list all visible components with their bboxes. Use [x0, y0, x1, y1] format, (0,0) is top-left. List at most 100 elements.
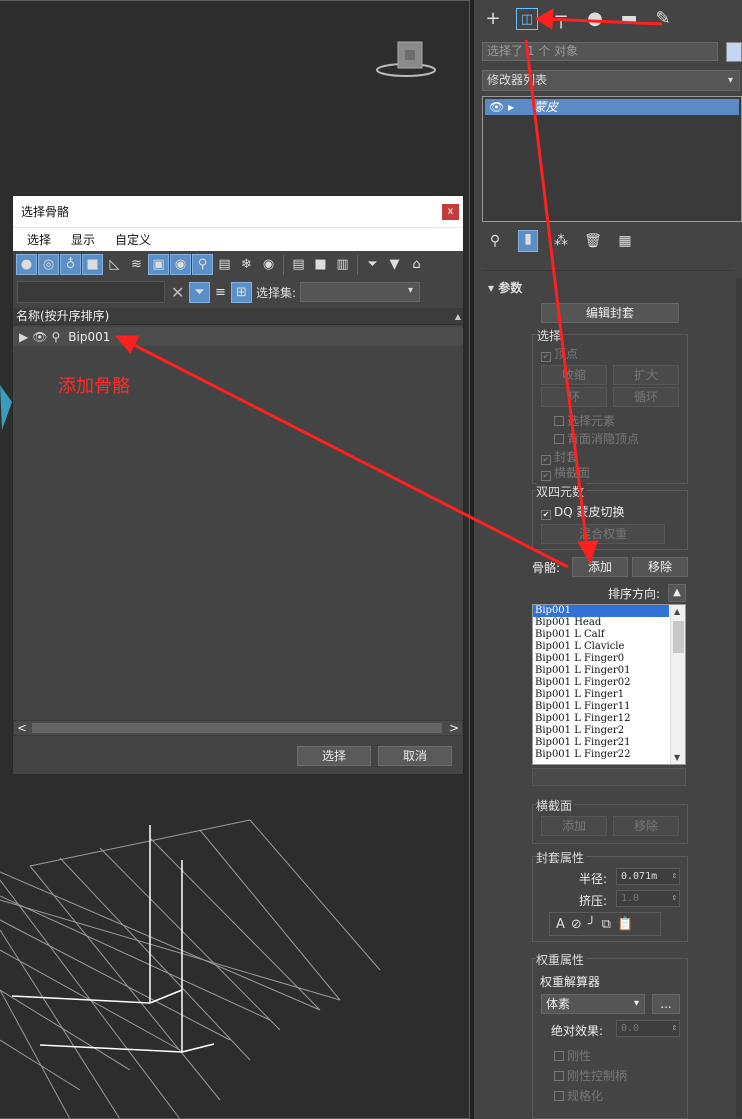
menu-display[interactable]: 显示	[71, 231, 95, 248]
object-name-field[interactable]: 选择了 1 个 对象	[482, 42, 718, 61]
horizontal-scrollbar[interactable]: < >	[13, 720, 463, 736]
modifier-list-dropdown[interactable]: 修改器列表	[482, 70, 740, 91]
grow-button[interactable]: 扩大	[613, 365, 679, 385]
filter-icon[interactable]: ▼	[384, 254, 405, 275]
rigid-checkbox[interactable]: 刚性	[554, 1047, 591, 1064]
edit-envelope-button[interactable]: 编辑封套	[541, 303, 679, 323]
bone-list[interactable]: Bip001 Bip001 Head Bip001 L Calf Bip001 L C…	[532, 604, 686, 765]
absolute-relative-icon[interactable]: A	[556, 917, 565, 932]
hierarchy-tab-icon[interactable]: ╤	[550, 8, 572, 30]
list-item[interactable]: Bip001	[533, 605, 669, 617]
container-filter-icon[interactable]: ▤	[214, 254, 235, 275]
add-cross-section-button[interactable]: 添加	[541, 816, 607, 836]
cross-section-checkbox[interactable]: ✔ 横截面	[541, 464, 590, 481]
scroll-up-icon[interactable]: ▲	[674, 607, 680, 616]
utilities-tab-icon[interactable]: ✎	[652, 8, 674, 30]
bone-name-field[interactable]	[532, 768, 686, 786]
selection-set-dropdown[interactable]	[300, 282, 421, 302]
remove-bone-button[interactable]: 移除	[632, 557, 688, 577]
make-unique-icon[interactable]: ⁂	[552, 233, 570, 249]
list-item[interactable]: ▶ 👁 ⚲ Bip001	[13, 327, 463, 346]
object-color-swatch[interactable]	[726, 42, 742, 62]
normalize-checkbox[interactable]: 规格化	[554, 1087, 603, 1104]
shrink-button[interactable]: 收缩	[541, 365, 607, 385]
select-invert-icon[interactable]: ▥	[332, 254, 353, 275]
camera-filter-icon[interactable]: ■	[82, 254, 103, 275]
bone-list-scrollbar[interactable]: ▲ ▼	[670, 605, 685, 764]
list-item[interactable]: Bip001 L Finger11	[533, 701, 669, 713]
envelope-visible-icon[interactable]: ⊘	[571, 917, 582, 932]
sort-direction-button[interactable]: ▲	[668, 584, 686, 602]
abs-effect-spinner[interactable]: 0.0	[616, 1020, 680, 1037]
scroll-right-icon[interactable]: >	[449, 721, 459, 735]
bone-filter-icon[interactable]: ⚲	[192, 254, 213, 275]
list-item[interactable]: Bip001 L Calf	[533, 629, 669, 641]
blend-weights-button[interactable]: 混合权重	[541, 524, 665, 544]
select-element-checkbox[interactable]: 选择元素	[554, 412, 615, 429]
group-filter-icon[interactable]: ▣	[148, 254, 169, 275]
column-header[interactable]: 名称(按升序排序) ▲	[13, 308, 463, 325]
configure-sets-icon[interactable]: ▦	[616, 233, 634, 249]
geometry-filter-icon[interactable]: ●	[16, 254, 37, 275]
menu-select[interactable]: 选择	[27, 231, 51, 248]
ring-button[interactable]: 环	[541, 387, 607, 407]
backface-cull-checkbox[interactable]: 背面消隐顶点	[554, 430, 639, 447]
vertices-checkbox[interactable]: ✔ 顶点	[541, 345, 578, 362]
layer-icon[interactable]: ⌂	[406, 254, 427, 275]
add-bone-button[interactable]: 添加	[572, 557, 628, 577]
scroll-left-icon[interactable]: <	[17, 721, 27, 735]
frozen-filter-icon[interactable]: ❄	[236, 254, 257, 275]
light-filter-icon[interactable]: ♁	[60, 254, 81, 275]
menu-customize[interactable]: 自定义	[115, 231, 151, 248]
list-item[interactable]: Bip001 L Clavicle	[533, 641, 669, 653]
list-item[interactable]: Bip001 L Finger22	[533, 749, 669, 761]
scroll-thumb[interactable]	[673, 621, 684, 653]
remove-cross-section-button[interactable]: 移除	[613, 816, 679, 836]
solver-dropdown[interactable]: 体素 ▾	[541, 994, 645, 1014]
display-tab-icon[interactable]: ▬	[618, 8, 640, 30]
list-item[interactable]: Bip001 L Finger02	[533, 677, 669, 689]
rollout-title[interactable]: 参数	[488, 279, 522, 296]
radius-spinner[interactable]: 0.071m	[616, 868, 680, 885]
show-end-result-icon[interactable]: ▮	[518, 230, 538, 252]
viewcube-icon[interactable]	[375, 38, 437, 82]
dialog-titlebar[interactable]: 选择骨骼 x	[13, 196, 463, 227]
list-item[interactable]: Bip001 L Finger21	[533, 737, 669, 749]
list-item[interactable]: Bip001 Head	[533, 617, 669, 629]
squash-spinner[interactable]: 1.0	[616, 890, 680, 907]
helper-filter-icon[interactable]: ◺	[104, 254, 125, 275]
motion-tab-icon[interactable]: ●	[584, 8, 606, 30]
list-item[interactable]: Bip001 L Finger1	[533, 689, 669, 701]
falloff-icon[interactable]: ╯	[588, 917, 596, 932]
eye-icon[interactable]: 👁 ▸	[489, 100, 514, 114]
hidden-filter-icon[interactable]: ◉	[258, 254, 279, 275]
cancel-button[interactable]: 取消	[378, 746, 452, 766]
stack-item-skin[interactable]: 👁 ▸ 蒙皮	[485, 99, 739, 115]
paste-envelope-icon[interactable]: 📋	[617, 917, 633, 932]
select-none-icon[interactable]: ■	[310, 254, 331, 275]
search-input[interactable]	[17, 281, 165, 303]
list-item[interactable]: Bip001 L Finger12	[533, 713, 669, 725]
remove-modifier-icon[interactable]: 🗑	[584, 233, 602, 249]
clear-search-icon[interactable]: ✕	[171, 283, 189, 302]
envelope-checkbox[interactable]: ✔ 封套	[541, 448, 578, 465]
rigid-handles-checkbox[interactable]: 刚性控制柄	[554, 1067, 627, 1084]
dq-toggle-checkbox[interactable]: ✔ DQ 蒙皮切换	[541, 503, 625, 520]
list-item[interactable]: Bip001 L Finger0	[533, 653, 669, 665]
copy-envelope-icon[interactable]: ⧉	[602, 917, 611, 932]
spacewarp-filter-icon[interactable]: ≋	[126, 254, 147, 275]
pin-stack-icon[interactable]: ⚲	[486, 233, 504, 249]
xref-filter-icon[interactable]: ◉	[170, 254, 191, 275]
close-button[interactable]: x	[442, 204, 459, 220]
shape-filter-icon[interactable]: ◎	[38, 254, 59, 275]
expand-arrow-icon[interactable]: ▶	[19, 330, 28, 344]
list-item[interactable]: Bip001 L Finger01	[533, 665, 669, 677]
loop-button[interactable]: 循环	[613, 387, 679, 407]
select-button[interactable]: 选择	[297, 746, 371, 766]
select-all-icon[interactable]: ▤	[288, 254, 309, 275]
modify-tab-icon[interactable]: ◫	[516, 8, 538, 30]
hierarchy-icon[interactable]: ⊞	[231, 281, 252, 303]
list-item[interactable]: Bip001 L Finger2	[533, 725, 669, 737]
create-tab-icon[interactable]: +	[482, 8, 504, 30]
filter-dropdown-icon[interactable]: ⏷	[362, 254, 383, 275]
